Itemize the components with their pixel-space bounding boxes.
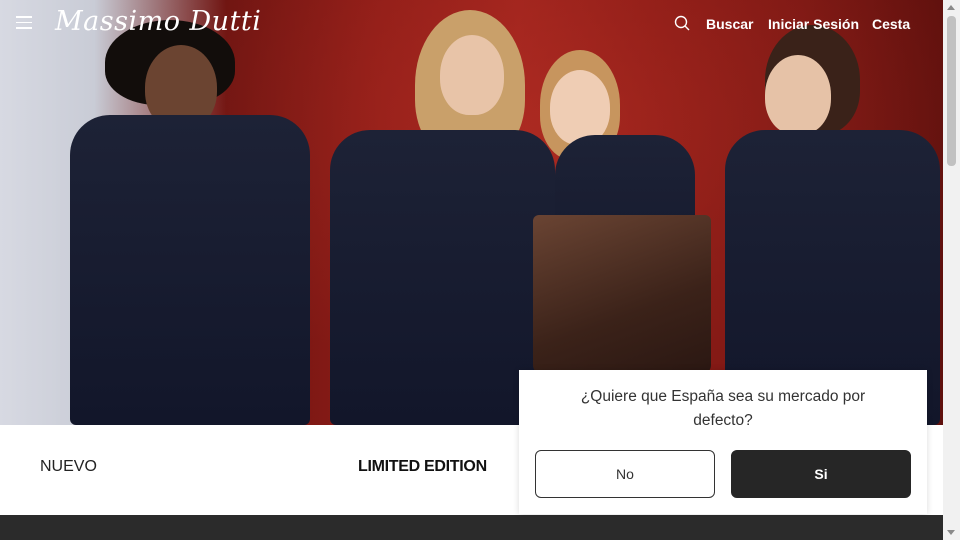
dialog-question: ¿Quiere que España sea su mercado por de… <box>580 388 866 429</box>
leather-tote-bag <box>533 215 711 375</box>
site-header: Massimo Dutti Buscar Iniciar Sesión Cest… <box>0 0 943 50</box>
category-nuevo[interactable]: NUEVO <box>40 458 97 476</box>
search-icon[interactable] <box>674 15 690 31</box>
brand-logo[interactable]: Massimo Dutti <box>55 6 261 37</box>
hamburger-menu-icon[interactable] <box>16 16 32 30</box>
model-figure-1 <box>60 20 320 425</box>
yes-button[interactable]: Si <box>731 450 911 498</box>
market-preference-dialog: ¿Quiere que España sea su mercado por de… <box>519 370 927 514</box>
scroll-up-icon[interactable] <box>947 5 955 10</box>
footer-bar <box>0 515 943 540</box>
model-figure-4 <box>725 20 940 425</box>
scroll-thumb[interactable] <box>947 16 956 166</box>
login-link[interactable]: Iniciar Sesión <box>768 16 859 32</box>
cart-link[interactable]: Cesta <box>872 16 910 32</box>
category-limited-edition[interactable]: LIMITED EDITION <box>358 458 487 476</box>
model-figure-2 <box>330 10 560 425</box>
hero-image[interactable] <box>0 0 943 425</box>
vertical-scrollbar[interactable] <box>943 0 960 540</box>
no-button[interactable]: No <box>535 450 715 498</box>
search-link[interactable]: Buscar <box>706 16 753 32</box>
scroll-down-icon[interactable] <box>947 530 955 535</box>
